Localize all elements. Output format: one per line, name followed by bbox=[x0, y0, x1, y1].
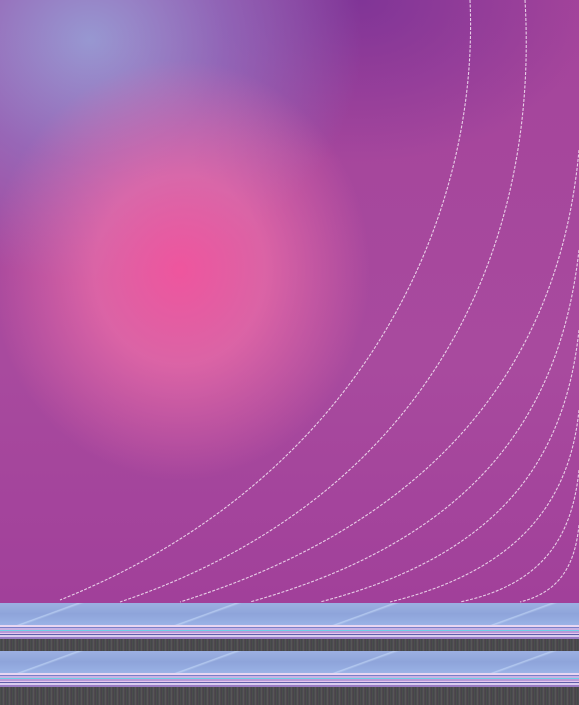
glitch-strip-lines bbox=[0, 625, 579, 639]
wallpaper-arc-4 bbox=[249, 249, 579, 603]
wallpaper-arc-8 bbox=[519, 524, 579, 603]
glitch-strip-band bbox=[0, 603, 579, 625]
glitch-strip-1 bbox=[0, 603, 579, 651]
glitch-strip-band bbox=[0, 651, 579, 673]
desktop-screen bbox=[0, 0, 579, 705]
glitch-strip-noise bbox=[0, 639, 579, 651]
glitch-strip-2 bbox=[0, 651, 579, 705]
glitch-strip-noise bbox=[0, 687, 579, 705]
wallpaper-arc-7 bbox=[459, 469, 579, 603]
wallpaper-arc-1 bbox=[59, 0, 472, 601]
desktop-wallpaper bbox=[0, 0, 579, 603]
wallpaper-arc-2 bbox=[119, 0, 527, 603]
wallpaper-arcs bbox=[59, 0, 579, 603]
glitch-strip-lines bbox=[0, 673, 579, 687]
wallpaper-arc-3 bbox=[179, 149, 579, 603]
